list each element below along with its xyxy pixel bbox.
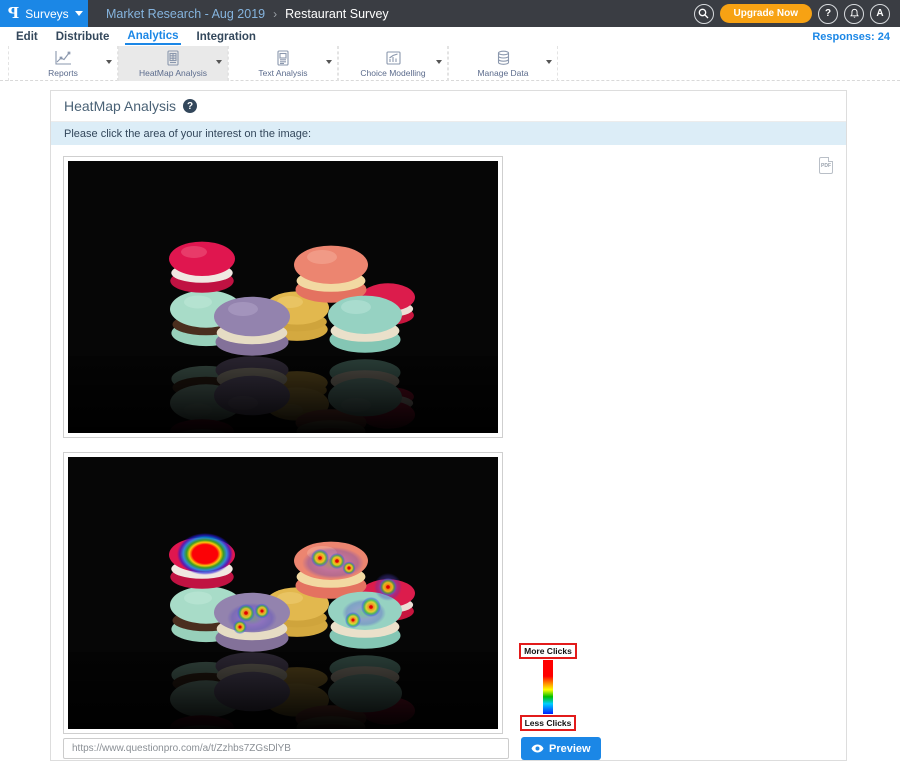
preview-button-label: Preview bbox=[549, 743, 591, 755]
macarons-photo[interactable] bbox=[68, 161, 498, 433]
database-icon bbox=[496, 50, 511, 66]
help-badge-icon[interactable]: ? bbox=[183, 99, 197, 113]
choice-chart-icon bbox=[385, 50, 402, 66]
toolbar-item-manage-data[interactable]: Manage Data bbox=[448, 46, 558, 81]
breadcrumb-separator-icon: › bbox=[273, 7, 277, 21]
survey-image-heatmap[interactable] bbox=[63, 452, 503, 734]
chevron-down-icon[interactable] bbox=[216, 60, 222, 64]
responses-count: Responses: 24 bbox=[812, 31, 890, 43]
question-mark-icon: ? bbox=[825, 8, 831, 19]
chevron-down-icon[interactable] bbox=[436, 60, 442, 64]
surveys-product-menu[interactable]: P Surveys bbox=[0, 0, 88, 27]
upgrade-now-button[interactable]: Upgrade Now bbox=[720, 4, 812, 23]
toolbar-item-reports[interactable]: Reports bbox=[8, 46, 118, 81]
questionpro-logo: P bbox=[8, 6, 19, 21]
heatmap-gradient-bar bbox=[543, 660, 553, 714]
legend-more-clicks: More Clicks bbox=[519, 643, 577, 659]
export-pdf-icon[interactable]: PDF bbox=[819, 157, 833, 174]
menu-item-analytics[interactable]: Analytics bbox=[125, 28, 180, 45]
panel-body: PDF More Clicks Less Clicks Preview bbox=[51, 145, 846, 760]
toolbar-item-label: Choice Modelling bbox=[360, 68, 425, 78]
notifications-button[interactable] bbox=[844, 4, 864, 24]
help-button[interactable]: ? bbox=[818, 4, 838, 24]
topbar: P Surveys Market Research - Aug 2019 › R… bbox=[0, 0, 900, 27]
menu-item-integration[interactable]: Integration bbox=[195, 29, 258, 44]
menubar: Edit Distribute Analytics Integration Re… bbox=[0, 27, 900, 46]
bell-icon bbox=[849, 8, 860, 19]
toolbar-item-label: Reports bbox=[48, 68, 78, 78]
toolbar-item-heatmap-analysis[interactable]: HeatMap Analysis bbox=[118, 46, 228, 81]
search-button[interactable] bbox=[694, 4, 714, 24]
line-chart-icon bbox=[54, 50, 72, 66]
macarons-heatmap[interactable] bbox=[68, 457, 498, 729]
text-document-icon bbox=[276, 50, 290, 66]
toolbar-item-choice-modelling[interactable]: Choice Modelling bbox=[338, 46, 448, 81]
page-title: HeatMap Analysis bbox=[64, 98, 176, 114]
chevron-down-icon bbox=[75, 11, 83, 16]
breadcrumb-survey: Restaurant Survey bbox=[285, 7, 389, 21]
share-url-input[interactable] bbox=[63, 738, 509, 759]
toolbar-item-text-analysis[interactable]: Text Analysis bbox=[228, 46, 338, 81]
eye-icon bbox=[531, 744, 544, 753]
breadcrumb: Market Research - Aug 2019 › Restaurant … bbox=[88, 7, 389, 21]
menu-item-edit[interactable]: Edit bbox=[14, 29, 40, 44]
analytics-toolbar: Reports HeatMap Analysis Text Analysis C… bbox=[0, 46, 900, 81]
panel-header: HeatMap Analysis ? bbox=[51, 91, 846, 122]
heatmap-legend: More Clicks Less Clicks bbox=[519, 643, 577, 731]
survey-image-original[interactable] bbox=[63, 156, 503, 438]
chevron-down-icon[interactable] bbox=[546, 60, 552, 64]
instruction-text: Please click the area of your interest o… bbox=[64, 128, 311, 140]
toolbar-item-label: Manage Data bbox=[477, 68, 528, 78]
topbar-actions: Upgrade Now ? A bbox=[694, 4, 900, 24]
legend-less-clicks: Less Clicks bbox=[520, 715, 577, 731]
breadcrumb-collection[interactable]: Market Research - Aug 2019 bbox=[106, 7, 265, 21]
heatmap-analysis-panel: HeatMap Analysis ? Please click the area… bbox=[50, 90, 847, 761]
toolbar-item-label: Text Analysis bbox=[258, 68, 307, 78]
chevron-down-icon[interactable] bbox=[326, 60, 332, 64]
chevron-down-icon[interactable] bbox=[106, 60, 112, 64]
product-menu-label: Surveys bbox=[25, 7, 68, 21]
preview-button[interactable]: Preview bbox=[521, 737, 601, 760]
search-icon bbox=[698, 8, 709, 19]
instruction-bar: Please click the area of your interest o… bbox=[51, 122, 846, 145]
menu-item-distribute[interactable]: Distribute bbox=[54, 29, 112, 44]
toolbar-item-label: HeatMap Analysis bbox=[139, 68, 207, 78]
avatar-letter: A bbox=[876, 8, 883, 19]
heatmap-document-icon bbox=[166, 50, 180, 66]
account-avatar[interactable]: A bbox=[870, 4, 890, 24]
